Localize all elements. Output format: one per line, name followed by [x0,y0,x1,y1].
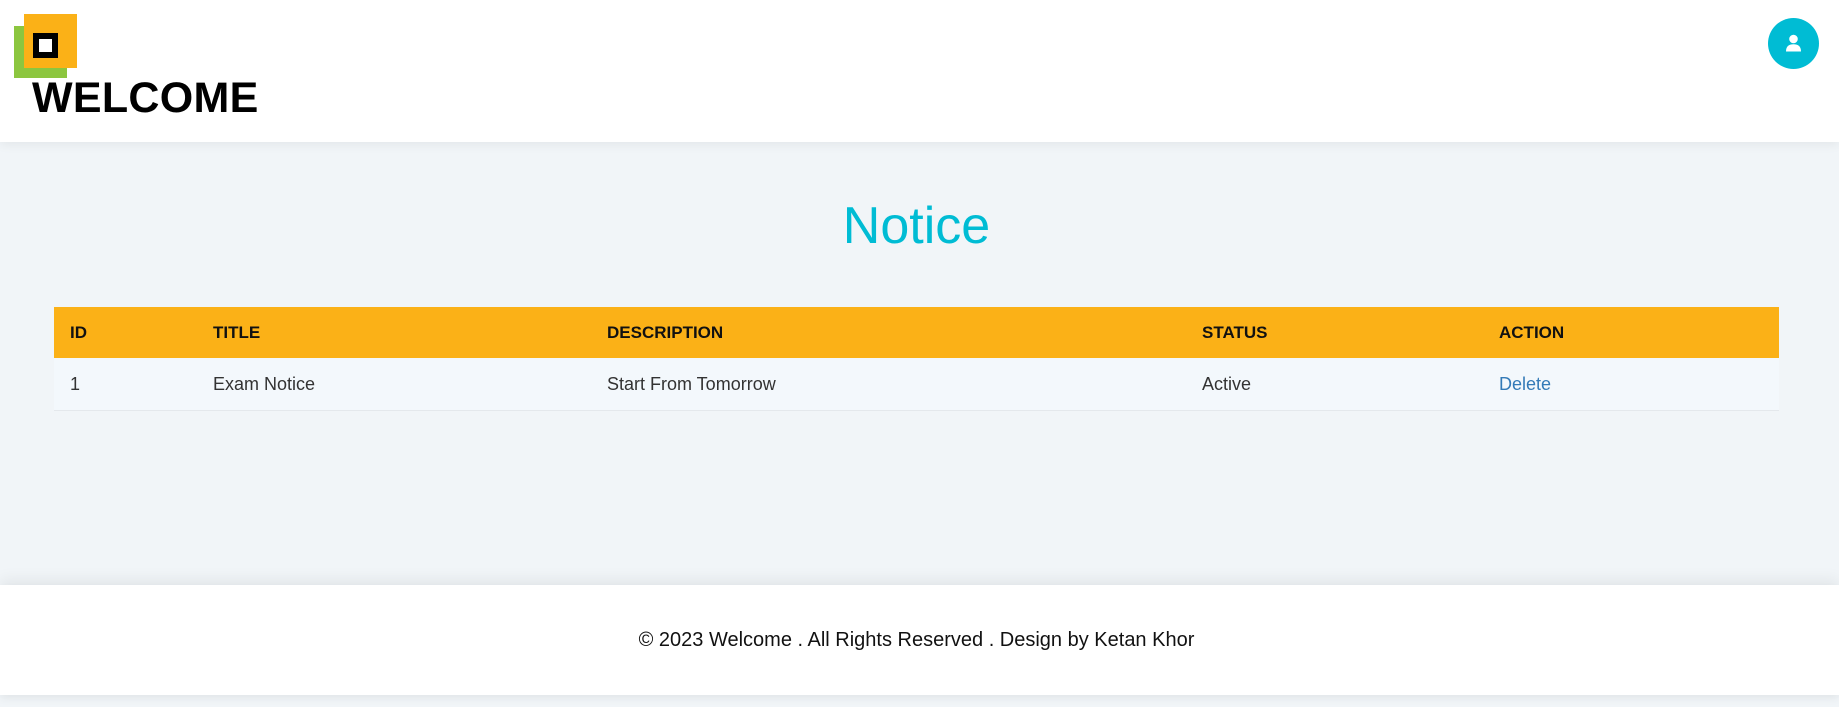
table-row: 1 Exam Notice Start From Tomorrow Active… [54,358,1779,411]
column-header-action: ACTION [1499,322,1565,342]
footer-copyright: © 2023 Welcome . All Rights Reserved . D… [638,628,1195,651]
table-header: ID TITLE DESCRIPTION STATUS ACTION [54,307,1779,358]
column-header-id: ID [70,322,87,342]
notice-table: ID TITLE DESCRIPTION STATUS ACTION 1 Exa… [54,307,1779,411]
column-header-description: DESCRIPTION [607,322,724,342]
user-icon [1786,34,1801,52]
footer: © 2023 Welcome . All Rights Reserved . D… [0,585,1839,695]
header: WELCOME [0,0,1839,142]
cell-title: Exam Notice [213,373,316,394]
delete-link[interactable]: Delete [1499,374,1551,395]
logo [14,14,78,78]
cell-action: Delete [1499,358,1551,410]
column-header-title: TITLE [213,322,261,342]
user-profile-button[interactable] [1768,18,1819,69]
cell-id: 1 [70,373,81,394]
brand-title: WELCOME [32,74,259,122]
page-title: Notice [842,197,991,255]
cell-description: Start From Tomorrow [607,373,776,394]
cell-status: Active [1202,373,1252,394]
logo-center [39,39,52,52]
column-header-status: STATUS [1202,322,1268,342]
